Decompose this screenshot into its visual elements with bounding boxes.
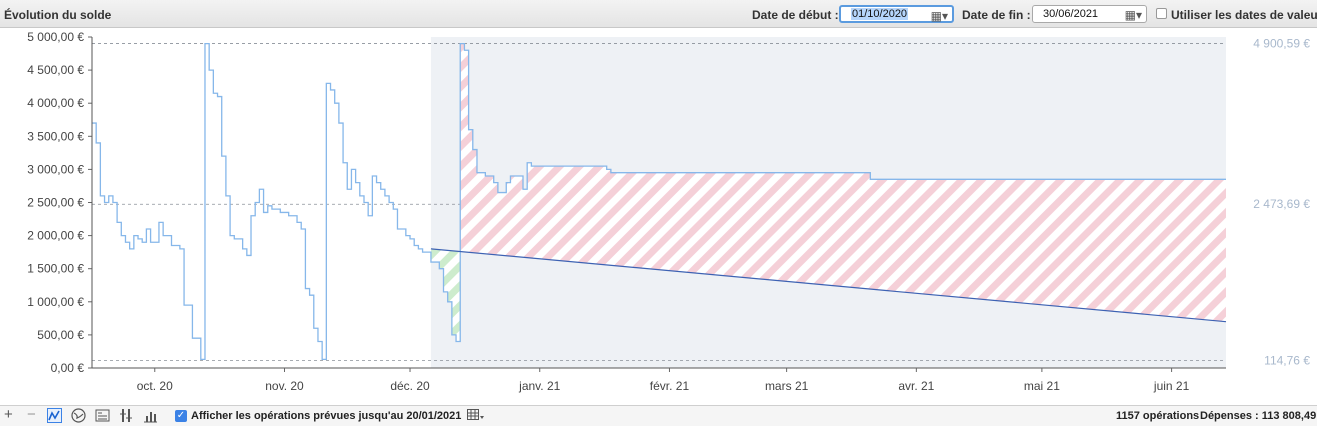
y-tick-label: 4 500,00 €: [27, 63, 84, 77]
balance-chart: 4 900,59 € 2 473,69 € 114,76 € 0,00 € 500,00…: [27, 30, 1310, 393]
value-dates-checkbox[interactable]: [1156, 8, 1167, 19]
forecast-label: Afficher les opérations prévues jusqu'au…: [191, 410, 462, 422]
x-tick-label: oct. 20: [137, 379, 173, 393]
globe-icon[interactable]: [71, 408, 86, 423]
forecast-checkbox[interactable]: ✓: [175, 410, 187, 422]
y-tick-label: 500,00 €: [37, 328, 84, 342]
line-chart-icon[interactable]: [47, 408, 62, 423]
x-tick-label: mai 21: [1024, 379, 1060, 393]
x-tick-label: févr. 21: [650, 379, 690, 393]
x-tick-label: janv. 21: [518, 379, 560, 393]
page-title: Évolution du solde: [4, 8, 112, 22]
expenses-total: Dépenses : 113 808,49 €: [1200, 410, 1317, 422]
start-date-value: 01/10/2020: [851, 8, 909, 20]
x-tick-label: nov. 20: [265, 379, 304, 393]
start-date-label: Date de début :: [752, 8, 839, 22]
value-dates-label: Utiliser les dates de valeur: [1171, 8, 1317, 22]
y-tick-label: 4 000,00 €: [27, 96, 84, 110]
reference-label: 4 900,59 €: [1253, 37, 1310, 51]
y-tick-label: 1 000,00 €: [27, 295, 84, 309]
y-tick-label: 1 500,00 €: [27, 262, 84, 276]
operations-count: 1157 opérations: [1116, 410, 1200, 422]
start-date-field[interactable]: 01/10/2020 ▦▾: [839, 5, 954, 23]
status-bar: + − ✓ Afficher les opérations prévues ju…: [0, 405, 1317, 426]
end-date-field[interactable]: 30/06/2021 ▦▾: [1032, 5, 1147, 23]
add-button[interactable]: +: [4, 406, 13, 423]
y-tick-label: 5 000,00 €: [27, 30, 84, 44]
x-tick-label: déc. 20: [390, 379, 430, 393]
table-icon[interactable]: [467, 409, 485, 422]
x-tick-label: juin 21: [1153, 379, 1190, 393]
end-date-value: 30/06/2021: [1043, 8, 1099, 20]
toolbar: Évolution du solde Date de début : 01/10…: [0, 0, 1317, 28]
bars-icon[interactable]: [119, 408, 134, 423]
x-tick-label: mars 21: [765, 379, 809, 393]
stats-icon[interactable]: [143, 408, 158, 423]
calendar-icon[interactable]: ▦▾: [931, 9, 948, 23]
cards-icon[interactable]: [95, 408, 110, 423]
y-tick-label: 3 500,00 €: [27, 129, 84, 143]
remove-button[interactable]: −: [27, 406, 36, 423]
y-tick-label: 2 500,00 €: [27, 196, 84, 210]
end-date-label: Date de fin :: [962, 8, 1031, 22]
y-tick-label: 2 000,00 €: [27, 229, 84, 243]
y-tick-label: 0,00 €: [51, 361, 85, 375]
calendar-icon[interactable]: ▦▾: [1125, 8, 1142, 22]
x-tick-label: avr. 21: [898, 379, 934, 393]
reference-label: 2 473,69 €: [1253, 197, 1310, 211]
reference-label: 114,76 €: [1264, 353, 1310, 367]
y-tick-label: 3 000,00 €: [27, 162, 84, 176]
